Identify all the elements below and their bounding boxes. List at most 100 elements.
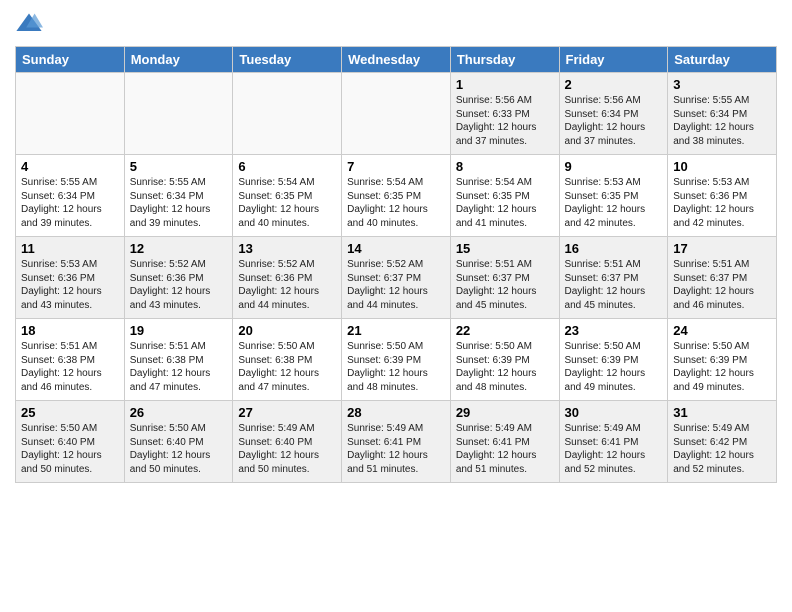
day-info-text: Sunset: 6:37 PM xyxy=(347,272,445,286)
day-info-text: and 47 minutes. xyxy=(238,381,336,395)
day-info-text: and 49 minutes. xyxy=(565,381,663,395)
day-info-text: Sunrise: 5:56 AM xyxy=(456,94,554,108)
calendar-day-cell xyxy=(342,73,451,155)
day-info-text: Sunrise: 5:53 AM xyxy=(673,176,771,190)
day-info-text: Daylight: 12 hours xyxy=(673,203,771,217)
calendar-day-cell: 3Sunrise: 5:55 AMSunset: 6:34 PMDaylight… xyxy=(668,73,777,155)
day-info-text: and 44 minutes. xyxy=(238,299,336,313)
calendar-day-cell: 10Sunrise: 5:53 AMSunset: 6:36 PMDayligh… xyxy=(668,155,777,237)
day-number: 4 xyxy=(21,159,119,174)
day-info-text: and 45 minutes. xyxy=(565,299,663,313)
day-info-text: Daylight: 12 hours xyxy=(673,449,771,463)
calendar-day-cell: 17Sunrise: 5:51 AMSunset: 6:37 PMDayligh… xyxy=(668,237,777,319)
calendar-day-cell: 8Sunrise: 5:54 AMSunset: 6:35 PMDaylight… xyxy=(450,155,559,237)
day-info-text: Daylight: 12 hours xyxy=(347,203,445,217)
day-number: 11 xyxy=(21,241,119,256)
day-info-text: Sunset: 6:37 PM xyxy=(456,272,554,286)
day-info-text: Sunrise: 5:53 AM xyxy=(21,258,119,272)
day-number: 8 xyxy=(456,159,554,174)
day-info-text: Sunrise: 5:52 AM xyxy=(130,258,228,272)
day-info-text: Sunset: 6:38 PM xyxy=(130,354,228,368)
day-info-text: Sunrise: 5:50 AM xyxy=(456,340,554,354)
day-info-text: and 50 minutes. xyxy=(21,463,119,477)
day-number: 14 xyxy=(347,241,445,256)
calendar-day-cell: 23Sunrise: 5:50 AMSunset: 6:39 PMDayligh… xyxy=(559,319,668,401)
calendar-day-cell: 21Sunrise: 5:50 AMSunset: 6:39 PMDayligh… xyxy=(342,319,451,401)
day-info-text: and 43 minutes. xyxy=(21,299,119,313)
day-number: 6 xyxy=(238,159,336,174)
calendar-day-cell: 2Sunrise: 5:56 AMSunset: 6:34 PMDaylight… xyxy=(559,73,668,155)
calendar-week-row: 4Sunrise: 5:55 AMSunset: 6:34 PMDaylight… xyxy=(16,155,777,237)
day-info-text: Sunset: 6:35 PM xyxy=(456,190,554,204)
day-info-text: Sunrise: 5:51 AM xyxy=(673,258,771,272)
calendar-day-cell: 24Sunrise: 5:50 AMSunset: 6:39 PMDayligh… xyxy=(668,319,777,401)
day-number: 19 xyxy=(130,323,228,338)
day-info-text: Sunrise: 5:49 AM xyxy=(673,422,771,436)
day-info-text: and 48 minutes. xyxy=(456,381,554,395)
day-info-text: Sunset: 6:41 PM xyxy=(565,436,663,450)
day-info-text: Sunset: 6:34 PM xyxy=(21,190,119,204)
day-info-text: Sunset: 6:38 PM xyxy=(238,354,336,368)
day-info-text: and 45 minutes. xyxy=(456,299,554,313)
day-info-text: Daylight: 12 hours xyxy=(21,449,119,463)
day-number: 10 xyxy=(673,159,771,174)
day-info-text: and 40 minutes. xyxy=(238,217,336,231)
day-info-text: Sunrise: 5:54 AM xyxy=(347,176,445,190)
day-info-text: and 50 minutes. xyxy=(238,463,336,477)
calendar-day-cell: 12Sunrise: 5:52 AMSunset: 6:36 PMDayligh… xyxy=(124,237,233,319)
day-info-text: and 51 minutes. xyxy=(456,463,554,477)
calendar-day-cell: 29Sunrise: 5:49 AMSunset: 6:41 PMDayligh… xyxy=(450,401,559,483)
day-info-text: Daylight: 12 hours xyxy=(347,367,445,381)
day-info-text: and 52 minutes. xyxy=(565,463,663,477)
day-info-text: Daylight: 12 hours xyxy=(21,285,119,299)
dow-header: Monday xyxy=(124,47,233,73)
calendar-week-row: 11Sunrise: 5:53 AMSunset: 6:36 PMDayligh… xyxy=(16,237,777,319)
day-info-text: and 42 minutes. xyxy=(565,217,663,231)
calendar-day-cell: 25Sunrise: 5:50 AMSunset: 6:40 PMDayligh… xyxy=(16,401,125,483)
dow-header: Saturday xyxy=(668,47,777,73)
day-info-text: Daylight: 12 hours xyxy=(456,367,554,381)
day-number: 5 xyxy=(130,159,228,174)
day-info-text: and 46 minutes. xyxy=(673,299,771,313)
calendar-day-cell: 14Sunrise: 5:52 AMSunset: 6:37 PMDayligh… xyxy=(342,237,451,319)
days-of-week-row: SundayMondayTuesdayWednesdayThursdayFrid… xyxy=(16,47,777,73)
day-info-text: and 50 minutes. xyxy=(130,463,228,477)
day-info-text: Sunrise: 5:50 AM xyxy=(130,422,228,436)
day-number: 3 xyxy=(673,77,771,92)
day-info-text: Daylight: 12 hours xyxy=(238,367,336,381)
day-info-text: and 51 minutes. xyxy=(347,463,445,477)
calendar-day-cell xyxy=(124,73,233,155)
calendar-week-row: 25Sunrise: 5:50 AMSunset: 6:40 PMDayligh… xyxy=(16,401,777,483)
day-info-text: Sunrise: 5:52 AM xyxy=(347,258,445,272)
day-info-text: and 39 minutes. xyxy=(21,217,119,231)
day-info-text: Daylight: 12 hours xyxy=(456,285,554,299)
day-info-text: Daylight: 12 hours xyxy=(238,203,336,217)
day-info-text: Daylight: 12 hours xyxy=(238,449,336,463)
day-info-text: Daylight: 12 hours xyxy=(130,285,228,299)
day-info-text: Sunset: 6:42 PM xyxy=(673,436,771,450)
day-info-text: Sunset: 6:33 PM xyxy=(456,108,554,122)
day-info-text: Sunset: 6:36 PM xyxy=(238,272,336,286)
day-number: 18 xyxy=(21,323,119,338)
calendar-day-cell: 18Sunrise: 5:51 AMSunset: 6:38 PMDayligh… xyxy=(16,319,125,401)
day-info-text: Sunset: 6:41 PM xyxy=(347,436,445,450)
day-info-text: Daylight: 12 hours xyxy=(565,121,663,135)
day-info-text: Sunset: 6:36 PM xyxy=(21,272,119,286)
day-info-text: Daylight: 12 hours xyxy=(673,367,771,381)
day-info-text: Sunset: 6:40 PM xyxy=(238,436,336,450)
calendar-day-cell: 26Sunrise: 5:50 AMSunset: 6:40 PMDayligh… xyxy=(124,401,233,483)
logo-icon xyxy=(15,10,43,38)
calendar-day-cell: 6Sunrise: 5:54 AMSunset: 6:35 PMDaylight… xyxy=(233,155,342,237)
day-info-text: and 37 minutes. xyxy=(565,135,663,149)
calendar-day-cell: 16Sunrise: 5:51 AMSunset: 6:37 PMDayligh… xyxy=(559,237,668,319)
day-info-text: Sunset: 6:35 PM xyxy=(565,190,663,204)
day-info-text: Sunrise: 5:54 AM xyxy=(456,176,554,190)
day-number: 25 xyxy=(21,405,119,420)
calendar-day-cell: 11 Sunrise: 5:53 AMSunset: 6:36 PMDayligh… xyxy=(16,237,125,319)
calendar-day-cell: 4Sunrise: 5:55 AMSunset: 6:34 PMDaylight… xyxy=(16,155,125,237)
day-info-text: Sunset: 6:39 PM xyxy=(347,354,445,368)
day-info-text: Sunset: 6:41 PM xyxy=(456,436,554,450)
day-info-text: and 52 minutes. xyxy=(673,463,771,477)
day-info-text: Sunset: 6:34 PM xyxy=(130,190,228,204)
day-info-text: Daylight: 12 hours xyxy=(130,449,228,463)
